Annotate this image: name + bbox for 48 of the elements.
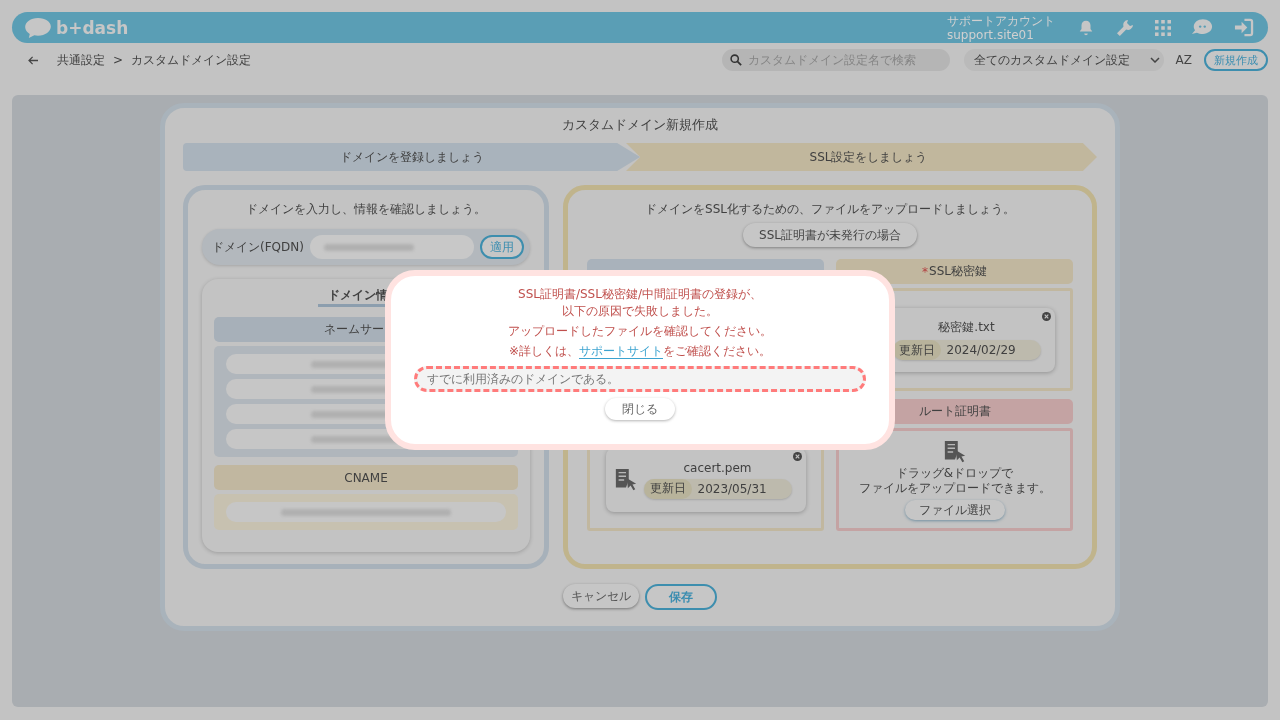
domain-input[interactable] [309,235,474,259]
panel-instruction: ドメインを入力し、情報を確認しましょう。 [246,202,486,217]
back-arrow-icon[interactable] [28,55,39,65]
breadcrumb-item[interactable]: 共通設定 [57,51,105,69]
chevron-down-icon [1149,57,1160,63]
upload-hint: ドラッグ&ドロップで [895,466,1014,480]
slot-title: SSL秘密鍵 [929,263,987,280]
upload-hint: ファイルをアップロードできます。 [858,481,1051,495]
file-select-button[interactable]: ファイル選択 [904,500,1005,520]
file-name: 秘密鍵.txt [938,319,995,336]
chat-bubble-icon[interactable] [1191,18,1213,37]
close-button[interactable]: 閉じる [605,398,675,420]
error-title: 以下の原因で失敗しました。 [562,303,718,320]
date-label: 更新日 [892,340,941,360]
grid-icon[interactable] [1155,19,1171,36]
date-value: 2024/02/29 [945,343,1016,357]
breadcrumb-item: > [113,53,124,67]
panel-instruction: ドメインをSSL化するための、ファイルをアップロードしましょう。 [645,202,1015,217]
logout-icon[interactable] [1233,18,1254,37]
bell-icon[interactable] [1077,18,1095,37]
breadcrumb-item: カスタムドメイン設定 [131,51,252,69]
filter-dropdown[interactable]: 全てのカスタムドメイン設定 [963,49,1164,71]
remove-icon[interactable] [792,451,802,461]
unissued-button[interactable]: SSL証明書が未発行の場合 [743,223,917,247]
speech-bubble-icon [24,16,52,39]
slot-title: ルート証明書 [918,403,991,420]
dialog-title: カスタムドメイン新規作成 [561,116,719,134]
section-header: CNAME [214,465,518,490]
sort-button[interactable]: AZ [1171,53,1196,67]
error-reason: すでに利用済みのドメインである。 [414,366,866,392]
step-banner: SSL設定をしましょう [626,143,1097,171]
required-mark: * [922,264,929,279]
support-site-link[interactable]: サポートサイト [579,344,664,359]
error-note: ※詳しくは、サポートサイト をご確認ください。 [508,343,772,360]
wrench-icon[interactable] [1115,17,1135,38]
date-value: 2023/05/31 [696,481,767,496]
date-label: 更新日 [643,478,692,499]
document-cursor-icon [942,439,967,465]
field-label: ドメイン(FQDN) [212,238,304,256]
account-id: support.site01 [947,27,1035,42]
step-banner: ドメインを登録しましょう [183,143,640,171]
error-title: SSL証明書/SSL秘密鍵/中間証明書の登録が、 [518,286,762,303]
file-name: cacert.pem [683,460,752,475]
account-name: サポートアカウント [947,13,1055,28]
remove-icon[interactable] [1041,311,1051,321]
document-cursor-icon [613,466,638,493]
search-icon [729,54,742,66]
cancel-button[interactable]: キャンセル [563,584,639,608]
